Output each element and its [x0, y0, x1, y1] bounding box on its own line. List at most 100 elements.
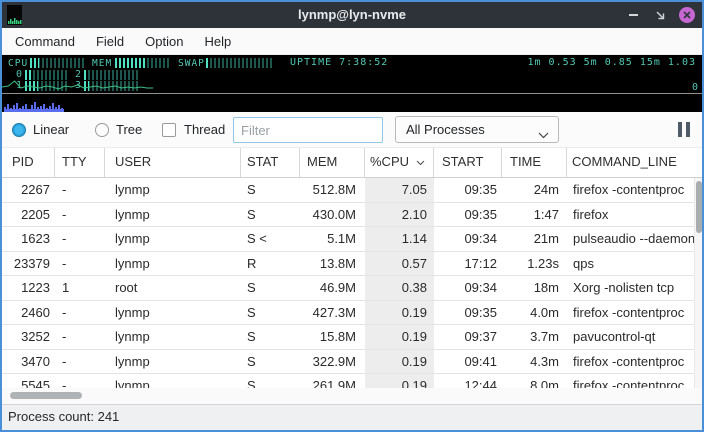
menu-field[interactable]: Field [96, 34, 124, 49]
cell-stat: S < [241, 227, 300, 251]
thread-checkbox[interactable] [162, 123, 176, 137]
cell-cpu: 0.19 [365, 325, 434, 349]
process-scope-dropdown[interactable]: All Processes [395, 116, 559, 143]
cell-mem: 512.8M [300, 178, 365, 202]
table-row[interactable]: 1623-lynmpS <5.1M1.1409:3421mpulseaudio … [2, 227, 694, 252]
cell-mem: 15.8M [300, 325, 365, 349]
window-controls [625, 2, 695, 28]
cell-stat: S [241, 203, 300, 227]
title-bar[interactable]: lynmp@lyn-nvme [2, 2, 702, 28]
cell-stat: S [241, 325, 300, 349]
menu-option[interactable]: Option [145, 34, 183, 49]
cell-time: 4.3m [502, 350, 567, 374]
header-user[interactable]: USER [105, 148, 241, 177]
filter-input[interactable] [233, 117, 383, 143]
linear-radio[interactable] [12, 123, 26, 137]
table-row[interactable]: 12231rootS46.9M0.3809:3418mXorg -noliste… [2, 276, 694, 301]
cell-command_line: firefox [567, 203, 694, 227]
swap-meter [206, 58, 272, 68]
tree-radio[interactable] [95, 123, 109, 137]
horizontal-scrollbar[interactable] [2, 388, 702, 404]
cell-pid: 1623 [2, 227, 55, 251]
header-start[interactable]: START [434, 148, 502, 177]
cell-tty: - [55, 350, 105, 374]
header-time[interactable]: TIME [502, 148, 567, 177]
table-row[interactable]: 5545-lynmpS261.9M0.1912:448.0mfirefox -c… [2, 374, 694, 388]
table-row[interactable]: 3252-lynmpS15.8M0.1909:373.7mpavucontrol… [2, 325, 694, 350]
header-mem[interactable]: MEM [300, 148, 365, 177]
cell-pid: 2460 [2, 301, 55, 325]
cell-user: lynmp [105, 301, 241, 325]
cell-pid: 1223 [2, 276, 55, 300]
cell-command_line: firefox -contentproc [567, 301, 694, 325]
cell-time: 1.23s [502, 252, 567, 276]
minimize-icon[interactable] [625, 7, 641, 23]
tree-radio-label[interactable]: Tree [116, 122, 142, 137]
cell-tty: - [55, 325, 105, 349]
cell-user: lynmp [105, 350, 241, 374]
table-row[interactable]: 23379-lynmpR13.8M0.5717:121.23sqps [2, 252, 694, 277]
menu-bar: Command Field Option Help [2, 28, 702, 55]
cell-cpu: 0.19 [365, 301, 434, 325]
pause-button[interactable] [678, 122, 696, 137]
cell-stat: S [241, 301, 300, 325]
cell-time: 3.7m [502, 325, 567, 349]
cell-command_line: Xorg -nolisten tcp [567, 276, 694, 300]
cell-start: 09:34 [434, 227, 502, 251]
close-icon[interactable] [679, 7, 695, 23]
load-average-text: 1m 0.53 5m 0.85 15m 1.03 [528, 57, 697, 68]
cell-user: lynmp [105, 252, 241, 276]
cell-mem: 46.9M [300, 276, 365, 300]
process-scope-value: All Processes [396, 117, 558, 142]
cell-user: lynmp [105, 227, 241, 251]
panel-divider [2, 93, 702, 94]
cell-time: 21m [502, 227, 567, 251]
cell-stat: S [241, 374, 300, 388]
cell-user: lynmp [105, 178, 241, 202]
linear-radio-label[interactable]: Linear [33, 122, 69, 137]
vertical-scrollbar[interactable] [694, 178, 702, 388]
cell-stat: S [241, 178, 300, 202]
thread-checkbox-label[interactable]: Thread [184, 122, 225, 137]
graph-scale-zero: 0 [692, 82, 699, 93]
cell-start: 09:34 [434, 276, 502, 300]
horizontal-scrollbar-thumb[interactable] [10, 392, 82, 399]
cell-cpu: 0.57 [365, 252, 434, 276]
header-stat[interactable]: STAT [241, 148, 300, 177]
header-command-line[interactable]: COMMAND_LINE [567, 148, 702, 177]
menu-command[interactable]: Command [15, 34, 75, 49]
cell-start: 09:41 [434, 350, 502, 374]
cell-start: 12:44 [434, 374, 502, 388]
status-bar: Process count: 241 [2, 404, 702, 430]
app-window: lynmp@lyn-nvme Command Field Option Help… [0, 0, 704, 432]
cell-time: 8.0m [502, 374, 567, 388]
cell-tty: - [55, 178, 105, 202]
cell-pid: 3252 [2, 325, 55, 349]
header-tty[interactable]: TTY [55, 148, 105, 177]
header-pid[interactable]: PID [2, 148, 55, 177]
table-row[interactable]: 2460-lynmpS427.3M0.1909:354.0mfirefox -c… [2, 301, 694, 326]
load-history-histogram [4, 99, 66, 112]
table-row[interactable]: 3470-lynmpS322.9M0.1909:414.3mfirefox -c… [2, 350, 694, 375]
cell-user: lynmp [105, 325, 241, 349]
table-row[interactable]: 2205-lynmpS430.0M2.1009:351:47firefox [2, 203, 694, 228]
cell-command_line: firefox -contentproc [567, 374, 694, 388]
cell-mem: 322.9M [300, 350, 365, 374]
cell-stat: S [241, 350, 300, 374]
cell-pid: 23379 [2, 252, 55, 276]
header-cpu[interactable]: %CPU [365, 148, 434, 177]
table-row[interactable]: 2267-lynmpS512.8M7.0509:3524mfirefox -co… [2, 178, 694, 203]
cpu-meter-label: CPU [8, 58, 28, 69]
vertical-scrollbar-thumb[interactable] [696, 181, 702, 233]
cell-tty: - [55, 203, 105, 227]
cell-command_line: firefox -contentproc [567, 178, 694, 202]
sort-descending-icon [416, 148, 425, 176]
cell-mem: 261.9M [300, 374, 365, 388]
cell-mem: 427.3M [300, 301, 365, 325]
restore-icon[interactable] [652, 7, 668, 23]
table-header: PID TTY USER STAT MEM %CPU START TIME CO… [2, 148, 702, 178]
cpu-meter [30, 58, 84, 68]
cell-time: 1:47 [502, 203, 567, 227]
cell-time: 4.0m [502, 301, 567, 325]
menu-help[interactable]: Help [204, 34, 231, 49]
